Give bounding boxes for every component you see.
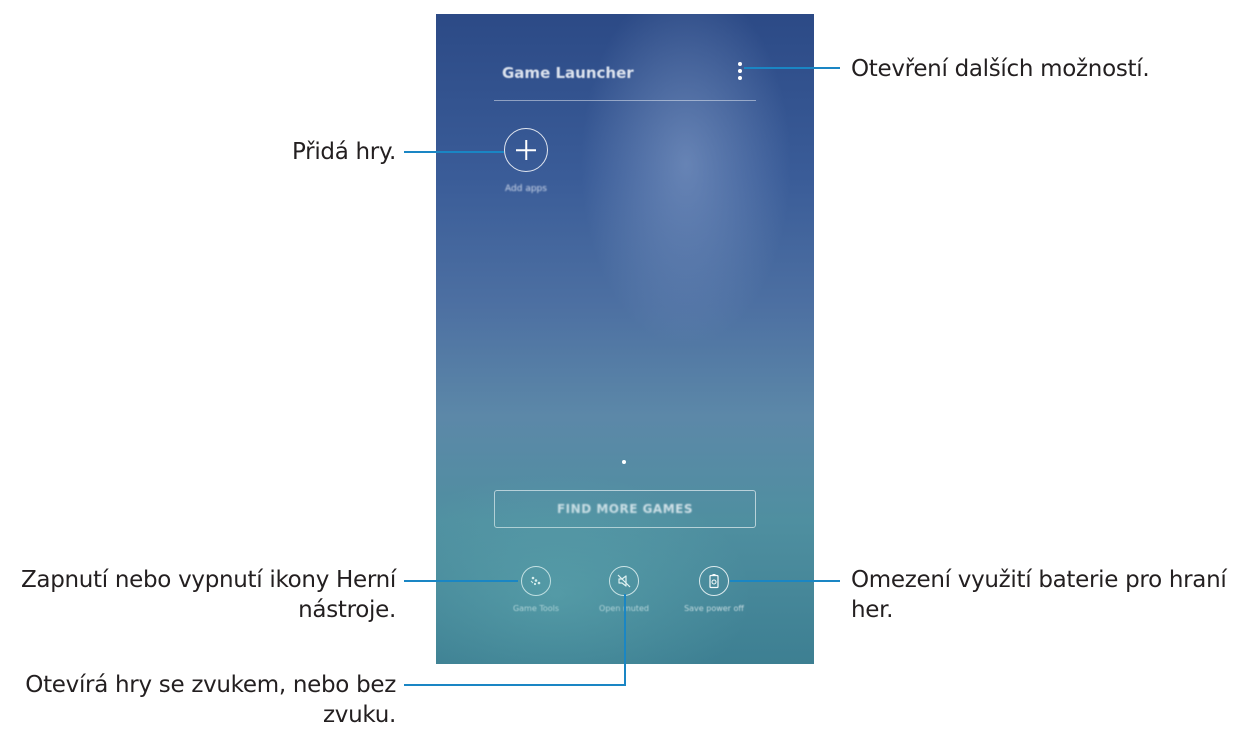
- add-apps-label: Add apps: [505, 184, 547, 194]
- header-divider: [494, 100, 756, 101]
- callout-battery-line2: her.: [851, 597, 894, 623]
- callout-game-tools-line2: nástroje.: [298, 597, 396, 623]
- callout-game-tools: Zapnutí nebo vypnutí ikony Herní nástroj…: [0, 565, 396, 625]
- find-more-games-button[interactable]: FIND MORE GAMES: [494, 490, 756, 528]
- save-power-label: Save power off: [684, 604, 744, 613]
- callout-sound: Otevírá hry se zvukem, nebo bez zvuku.: [0, 670, 396, 730]
- callout-line-sound-vertical: [624, 594, 626, 685]
- callout-line-sound-horizontal: [404, 684, 626, 686]
- add-apps-button[interactable]: [504, 128, 548, 172]
- callout-battery: Omezení využití baterie pro hraní her.: [851, 565, 1238, 625]
- callout-sound-line1: Otevírá hry se zvukem, nebo bez: [25, 672, 396, 698]
- callout-battery-line1: Omezení využití baterie pro hraní: [851, 567, 1227, 593]
- mute-icon: [617, 574, 631, 588]
- callout-line-more-options: [744, 67, 840, 69]
- callout-more-options: Otevření dalších možností.: [851, 56, 1150, 82]
- callout-line-game-tools: [404, 580, 518, 582]
- more-options-icon[interactable]: [734, 60, 746, 82]
- callout-game-tools-line1: Zapnutí nebo vypnutí ikony Herní: [20, 567, 396, 593]
- callout-line-battery: [730, 580, 840, 582]
- battery-settings-icon: [709, 574, 719, 589]
- game-tools-label: Game Tools: [512, 604, 560, 613]
- callout-line-add-games: [404, 151, 504, 153]
- callout-sound-line2: zvuku.: [323, 702, 396, 728]
- callout-add-games: Přidá hry.: [292, 139, 396, 165]
- page-indicator: [622, 460, 626, 464]
- game-tools-icon: [530, 576, 541, 586]
- app-title: Game Launcher: [502, 64, 634, 82]
- open-muted-button[interactable]: [609, 566, 639, 596]
- save-power-button[interactable]: [699, 566, 729, 596]
- game-tools-button[interactable]: [521, 566, 551, 596]
- phone-screen: Game Launcher Add apps FIND MORE GAMES G…: [436, 14, 814, 664]
- find-more-games-label: FIND MORE GAMES: [556, 502, 694, 516]
